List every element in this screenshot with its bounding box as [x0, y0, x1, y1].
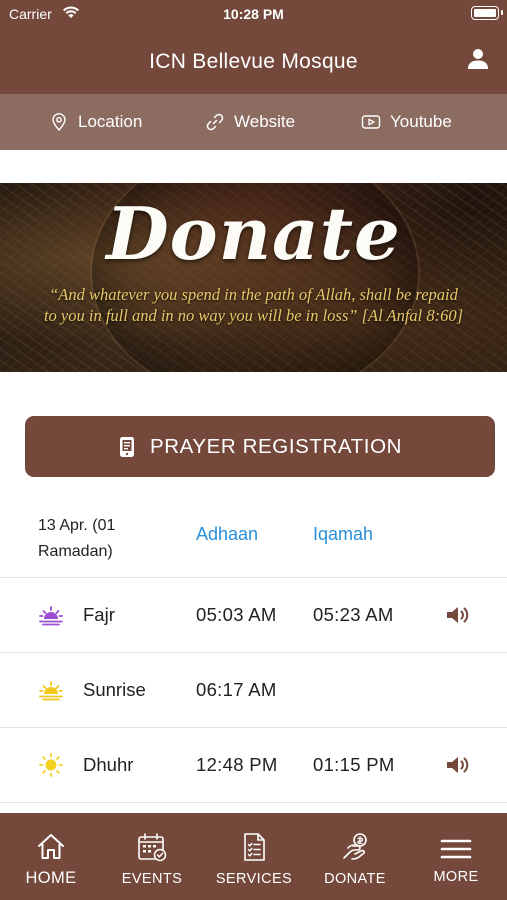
website-link[interactable]: Website — [205, 112, 295, 132]
tab-label: MORE — [433, 869, 479, 885]
adhaan-time: 12:48 PM — [196, 754, 278, 775]
prayer-times-header: 13 Apr. (01 Ramadan) Adhaan Iqamah — [0, 500, 507, 578]
iqamah-column-header: Iqamah — [313, 524, 374, 544]
link-icon — [206, 113, 224, 131]
prayer-name: Dhuhr — [83, 754, 134, 775]
website-label: Website — [234, 112, 296, 131]
prayer-row-fajr: Fajr 05:03 AM 05:23 AM — [0, 578, 507, 653]
location-link[interactable]: Location — [49, 112, 142, 132]
sunrise-yellow-icon — [39, 681, 63, 701]
prayer-name: Fajr — [83, 604, 115, 625]
youtube-link[interactable]: Youtube — [361, 112, 452, 132]
donate-hand-icon — [343, 833, 367, 860]
iqamah-time: 01:15 PM — [313, 754, 395, 775]
banner-headline: Donate — [106, 191, 401, 276]
tab-label: DONATE — [324, 871, 386, 887]
tab-more[interactable]: MORE — [415, 813, 497, 900]
status-time: 10:28 PM — [223, 6, 284, 22]
donate-banner[interactable]: Donate “And whatever you spend in the pa… — [0, 183, 507, 372]
top-bar: Carrier 10:28 PM ICN Bellevue Mosque — [0, 0, 507, 94]
banner-quote-line-2: to you in full and in no way you will be… — [43, 306, 464, 325]
banner-quote-line-1: “And whatever you spend in the path of A… — [49, 285, 458, 304]
tab-services[interactable]: SERVICES — [212, 813, 296, 900]
iqamah-time: 05:23 AM — [313, 604, 394, 625]
prayer-name: Sunrise — [83, 679, 146, 700]
document-phone-icon — [119, 436, 134, 457]
battery-icon — [471, 6, 503, 20]
tab-events[interactable]: EVENTS — [111, 813, 193, 900]
tab-label: EVENTS — [121, 871, 183, 887]
app-title: ICN Bellevue Mosque — [149, 50, 358, 73]
location-pin-icon — [52, 113, 66, 132]
bottom-tab-bar: HOME EVENTS SERVICES DONATE MORE — [0, 813, 507, 900]
tab-label: HOME — [25, 869, 77, 887]
sun-icon — [39, 753, 63, 777]
prayer-registration-label: PRAYER REGISTRATION — [149, 434, 403, 458]
prayer-registration-button[interactable]: PRAYER REGISTRATION — [25, 416, 495, 477]
checklist-icon — [244, 833, 265, 861]
speaker-icon[interactable] — [445, 754, 471, 776]
adhaan-time: 05:03 AM — [196, 604, 277, 625]
menu-icon — [440, 839, 472, 859]
profile-icon[interactable] — [466, 47, 490, 71]
tab-donate[interactable]: DONATE — [314, 813, 396, 900]
youtube-label: Youtube — [390, 112, 452, 131]
prayer-date: 13 Apr. (01 Ramadan) — [38, 517, 116, 560]
status-bar: Carrier 10:28 PM — [0, 0, 507, 28]
adhaan-time: 06:17 AM — [196, 679, 277, 700]
sunrise-purple-icon — [39, 606, 63, 626]
quick-links-bar: Location Website Youtube — [0, 94, 507, 150]
speaker-icon[interactable] — [445, 604, 471, 626]
location-label: Location — [78, 112, 143, 131]
tab-home[interactable]: HOME — [10, 813, 92, 900]
calendar-icon — [138, 833, 167, 862]
prayer-row-sunrise: Sunrise 06:17 AM — [0, 653, 507, 728]
prayer-row-dhuhr: Dhuhr 12:48 PM 01:15 PM — [0, 728, 507, 803]
banner-quote: “And whatever you spend in the path of A… — [0, 284, 507, 326]
youtube-icon — [361, 115, 381, 129]
tab-label: SERVICES — [215, 871, 293, 887]
adhaan-column-header: Adhaan — [196, 524, 259, 544]
home-icon — [38, 834, 64, 859]
